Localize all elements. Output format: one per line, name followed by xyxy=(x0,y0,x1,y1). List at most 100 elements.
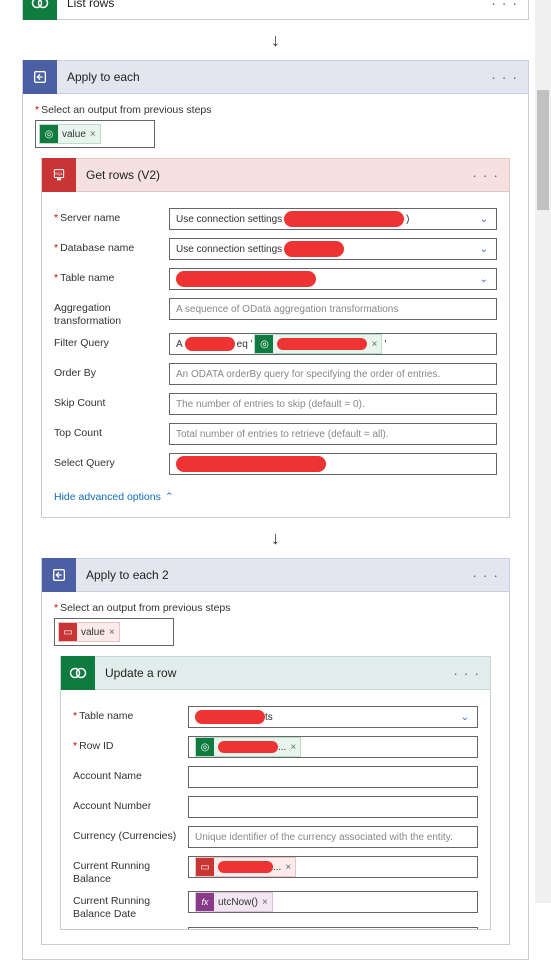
rowid-input[interactable]: ◎ ... × xyxy=(188,736,478,758)
redacted xyxy=(176,456,326,472)
dataverse-icon xyxy=(61,656,95,690)
rowid-label: *Row ID xyxy=(73,736,188,753)
agg-label: Aggregation transformation xyxy=(54,298,169,327)
server-label: *Server name xyxy=(54,208,169,225)
remove-icon[interactable]: × xyxy=(90,129,96,140)
filter-label: Filter Query xyxy=(54,333,169,350)
redacted xyxy=(195,710,265,724)
svg-text:SQL: SQL xyxy=(55,171,64,176)
db-dropdown[interactable]: Use connection settings ⌄ xyxy=(169,238,497,260)
loop-icon xyxy=(42,558,76,592)
remove-icon[interactable]: × xyxy=(290,742,296,753)
redacted xyxy=(277,338,367,350)
token[interactable]: ◎ ... × xyxy=(195,737,301,757)
filter-input[interactable]: A eq ' ◎ × ' xyxy=(169,333,497,355)
sql-icon: ▭ xyxy=(59,623,77,641)
server-text-end: ) xyxy=(406,214,409,225)
table-label: *Table name xyxy=(54,268,169,285)
token[interactable]: ▭ ... × xyxy=(195,857,296,877)
table-text: ts xyxy=(265,712,273,723)
currency-input[interactable]: Unique identifier of the currency associ… xyxy=(188,826,478,848)
filter-eq: eq ' xyxy=(237,339,253,350)
token-label: utcNow() xyxy=(218,897,258,908)
orderby-input[interactable]: An ODATA orderBy query for specifying th… xyxy=(169,363,497,385)
table-dropdown[interactable]: ⌄ xyxy=(169,268,497,290)
acct-name-label: Account Name xyxy=(73,766,188,783)
redacted xyxy=(185,337,235,351)
sql-icon: ▭ xyxy=(196,858,214,876)
chevron-down-icon: ⌄ xyxy=(480,274,488,285)
expression-token[interactable]: fx utcNow() × xyxy=(195,892,273,912)
scrollbar[interactable] xyxy=(535,0,551,903)
redacted xyxy=(284,241,344,257)
output-field[interactable]: ◎ value × xyxy=(35,120,155,148)
redacted xyxy=(284,211,404,227)
connector-arrow: ↓ xyxy=(35,518,516,558)
list-rows-title: List rows xyxy=(57,0,481,10)
bal-date-label: Current Running Balance Date xyxy=(73,891,188,920)
token-label: value xyxy=(81,627,105,638)
doc-num-label: Document Number xyxy=(73,927,188,931)
chevron-down-icon: ⌄ xyxy=(480,214,488,225)
table-label: *Table name xyxy=(73,706,188,723)
orderby-label: Order By xyxy=(54,363,169,380)
more-icon[interactable]: · · · xyxy=(443,665,490,681)
more-icon[interactable]: · · · xyxy=(481,69,528,85)
dataverse-icon: ◎ xyxy=(255,335,273,353)
filter-text: A xyxy=(176,339,183,350)
filter-end: ' xyxy=(384,339,386,350)
acct-num-label: Account Number xyxy=(73,796,188,813)
apply-to-each-2-header[interactable]: Apply to each 2 · · · xyxy=(41,558,510,592)
apply-each-title: Apply to each xyxy=(57,70,481,84)
select-label: Select Query xyxy=(54,453,169,470)
token-label: value xyxy=(62,129,86,140)
output-label: *Select an output from previous steps xyxy=(35,104,516,116)
more-icon[interactable]: · · · xyxy=(481,0,528,11)
output-field-2[interactable]: ▭ value × xyxy=(54,618,174,646)
dataverse-icon: ◎ xyxy=(40,125,58,143)
select-input[interactable] xyxy=(169,453,497,475)
token[interactable]: ◎ × xyxy=(254,334,382,354)
dataverse-icon xyxy=(23,0,57,20)
hide-advanced-link[interactable]: Hide advanced options⌃ xyxy=(54,491,174,503)
bal-date-input[interactable]: fx utcNow() × xyxy=(188,891,478,913)
list-rows-header[interactable]: List rows · · · xyxy=(22,0,529,20)
acct-num-input[interactable] xyxy=(188,796,478,818)
redacted xyxy=(218,741,278,753)
more-icon[interactable]: · · · xyxy=(462,567,509,583)
connector-arrow: ↓ xyxy=(0,20,551,60)
apply-each-2-title: Apply to each 2 xyxy=(76,568,462,582)
update-row-header[interactable]: Update a row · · · xyxy=(60,656,491,690)
get-rows-header[interactable]: SQL Get rows (V2) · · · xyxy=(41,158,510,192)
skip-label: Skip Count xyxy=(54,393,169,410)
acct-name-input[interactable] xyxy=(188,766,478,788)
agg-input[interactable]: A sequence of OData aggregation transfor… xyxy=(169,298,497,320)
top-label: Top Count xyxy=(54,423,169,440)
top-input[interactable]: Total number of entries to retrieve (def… xyxy=(169,423,497,445)
value-token[interactable]: ◎ value × xyxy=(39,124,101,144)
db-label: *Database name xyxy=(54,238,169,255)
bal-label: Current Running Balance xyxy=(73,856,188,885)
skip-input[interactable]: The number of entries to skip (default =… xyxy=(169,393,497,415)
apply-to-each-header[interactable]: Apply to each · · · xyxy=(22,60,529,94)
currency-label: Currency (Currencies) xyxy=(73,826,188,843)
doc-num-input[interactable] xyxy=(188,927,478,931)
more-icon[interactable]: · · · xyxy=(462,167,509,183)
loop-icon xyxy=(23,60,57,94)
db-text: Use connection settings xyxy=(176,244,282,255)
bal-input[interactable]: ▭ ... × xyxy=(188,856,478,878)
remove-icon[interactable]: × xyxy=(262,897,268,908)
table-dropdown[interactable]: ts ⌄ xyxy=(188,706,478,728)
update-row-title: Update a row xyxy=(95,666,443,680)
dataverse-icon: ◎ xyxy=(196,738,214,756)
value-token[interactable]: ▭ value × xyxy=(58,622,120,642)
sql-icon: SQL xyxy=(42,158,76,192)
server-dropdown[interactable]: Use connection settings ) ⌄ xyxy=(169,208,497,230)
server-text: Use connection settings xyxy=(176,214,282,225)
chevron-down-icon: ⌄ xyxy=(480,244,488,255)
remove-icon[interactable]: × xyxy=(109,627,115,638)
redacted xyxy=(218,861,273,873)
remove-icon[interactable]: × xyxy=(371,339,377,350)
get-rows-title: Get rows (V2) xyxy=(76,168,462,182)
remove-icon[interactable]: × xyxy=(285,862,291,873)
